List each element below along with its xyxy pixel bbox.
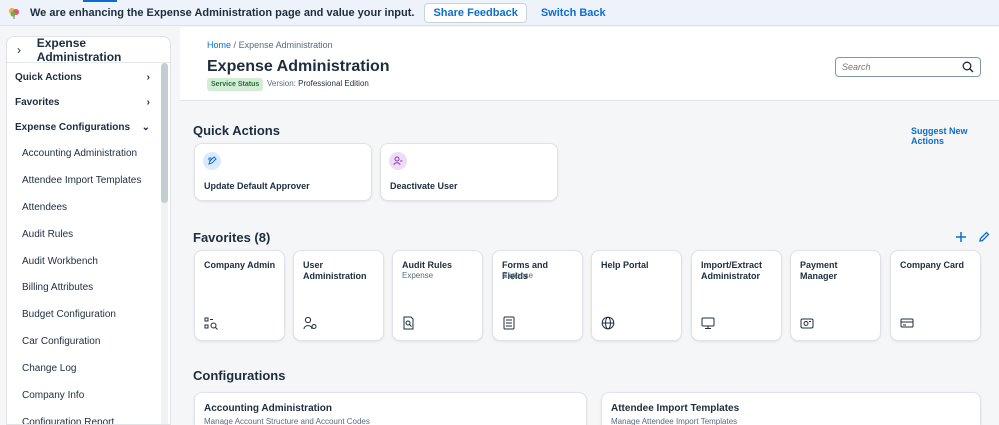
version-info: Version: Professional Edition xyxy=(267,79,369,88)
quick-action-label: Deactivate User xyxy=(390,181,458,191)
favorite-subtitle: Expense xyxy=(402,271,434,280)
status-badge[interactable]: Service Status xyxy=(207,78,264,91)
favorite-title: Help Portal xyxy=(601,260,649,270)
breadcrumb-separator: / xyxy=(233,40,237,50)
quick-action-label: Update Default Approver xyxy=(204,181,310,191)
payment-icon xyxy=(800,316,814,330)
favorite-card-company-card[interactable]: Company Card xyxy=(890,250,981,341)
favorite-card-payment-manager[interactable]: Payment Manager xyxy=(790,250,881,341)
switch-back-button[interactable]: Switch Back xyxy=(533,3,614,23)
breadcrumb: Home / Expense Administration xyxy=(207,40,333,50)
sidebar-scrollbar[interactable] xyxy=(161,63,168,424)
sidebar-item-billing-attributes[interactable]: Billing Attributes xyxy=(7,274,170,301)
config-title: Attendee Import Templates xyxy=(611,403,740,414)
configurations-title: Configurations xyxy=(193,368,286,383)
user-settings-icon xyxy=(303,316,317,330)
monitor-icon xyxy=(701,316,715,330)
form-icon xyxy=(502,316,516,330)
sidebar: › Expense Administration Quick Actions ›… xyxy=(6,36,171,425)
quick-actions-title: Quick Actions xyxy=(193,123,280,138)
favorite-title: Company Card xyxy=(900,260,965,270)
chevron-right-icon[interactable]: › xyxy=(17,43,29,57)
sidebar-item-company-info[interactable]: Company Info xyxy=(7,382,170,409)
favorite-card-import-extract-administrator[interactable]: Import/Extract Administrator xyxy=(691,250,782,341)
favorite-card-forms-and-fields[interactable]: Forms and Fields Expense xyxy=(492,250,583,341)
sidebar-item-attendee-import-templates[interactable]: Attendee Import Templates xyxy=(7,167,170,194)
user-remove-icon xyxy=(389,152,407,170)
favorite-title: Audit Rules xyxy=(402,260,453,270)
config-subtitle: Manage Account Structure and Account Cod… xyxy=(204,417,370,425)
sidebar-item-change-log[interactable]: Change Log xyxy=(7,355,170,382)
favorite-card-company-admin[interactable]: Company Admin xyxy=(194,250,285,341)
chevron-right-icon: › xyxy=(146,97,150,108)
globe-icon xyxy=(601,316,615,330)
version-value: Professional Edition xyxy=(298,79,369,88)
sidebar-section-label: Quick Actions xyxy=(15,72,82,83)
chevron-down-icon: ⌄ xyxy=(141,122,150,133)
favorite-title: User Administration xyxy=(303,260,367,281)
favorite-card-help-portal[interactable]: Help Portal xyxy=(591,250,682,341)
config-card-attendee-import-templates[interactable]: Attendee Import Templates Manage Attende… xyxy=(601,392,981,425)
config-card-accounting-administration[interactable]: Accounting Administration Manage Account… xyxy=(194,392,587,425)
approver-edit-icon xyxy=(203,152,221,170)
sidebar-header[interactable]: › Expense Administration xyxy=(7,36,170,64)
sidebar-section-label: Favorites xyxy=(15,97,60,108)
favorite-title: Import/Extract Administrator xyxy=(701,260,763,281)
sidebar-item-audit-rules[interactable]: Audit Rules xyxy=(7,221,170,248)
breadcrumb-current: Expense Administration xyxy=(238,40,333,50)
sidebar-item-attendees[interactable]: Attendees xyxy=(7,194,170,221)
edit-icon[interactable] xyxy=(978,231,990,243)
audit-document-icon xyxy=(402,316,416,330)
sidebar-section-quick-actions[interactable]: Quick Actions › xyxy=(7,65,170,90)
add-icon[interactable] xyxy=(955,231,967,243)
sidebar-item-configuration-report[interactable]: Configuration Report xyxy=(7,409,170,424)
chevron-right-icon: › xyxy=(146,72,150,83)
search-input[interactable] xyxy=(842,62,962,72)
favorite-card-user-administration[interactable]: User Administration xyxy=(293,250,384,341)
share-feedback-button[interactable]: Share Feedback xyxy=(424,2,527,23)
active-tab-indicator xyxy=(83,0,117,2)
sidebar-item-audit-workbench[interactable]: Audit Workbench xyxy=(7,248,170,275)
sidebar-title: Expense Administration xyxy=(36,36,122,64)
favorite-subtitle: Expense xyxy=(502,271,534,280)
sidebar-list: Quick Actions › Favorites › Expense Conf… xyxy=(7,65,170,424)
breadcrumb-home-link[interactable]: Home xyxy=(207,40,231,50)
sidebar-section-expense-configurations[interactable]: Expense Configurations ⌄ xyxy=(7,115,170,140)
balloon-icon xyxy=(8,7,20,19)
quick-action-card-deactivate-user[interactable]: Deactivate User xyxy=(380,143,558,201)
page-header: Home / Expense Administration Expense Ad… xyxy=(180,27,999,101)
card-icon xyxy=(900,316,914,330)
quick-action-card-update-default-approver[interactable]: Update Default Approver xyxy=(194,143,372,201)
company-admin-icon xyxy=(204,316,218,330)
search-icon[interactable] xyxy=(962,61,974,73)
favorite-title: Payment Manager xyxy=(800,260,838,281)
sidebar-section-favorites[interactable]: Favorites › xyxy=(7,90,170,115)
config-title: Accounting Administration xyxy=(204,403,332,414)
suggest-new-actions-link[interactable]: Suggest New Actions xyxy=(911,126,999,146)
page-title: Expense Administration xyxy=(207,58,390,75)
sidebar-item-car-configuration[interactable]: Car Configuration xyxy=(7,328,170,355)
favorite-title: Company Admin xyxy=(204,260,276,270)
favorites-title: Favorites (8) xyxy=(193,230,271,245)
scrollbar-thumb[interactable] xyxy=(161,63,168,203)
sidebar-section-label: Expense Configurations xyxy=(15,122,131,133)
favorite-card-audit-rules[interactable]: Audit Rules Expense xyxy=(392,250,483,341)
search-field[interactable] xyxy=(835,57,981,77)
config-subtitle: Manage Attendee Import Templates xyxy=(611,417,738,425)
version-label: Version: xyxy=(267,79,296,88)
sidebar-item-budget-configuration[interactable]: Budget Configuration xyxy=(7,301,170,328)
banner-message: We are enhancing the Expense Administrat… xyxy=(30,6,415,19)
feedback-banner: We are enhancing the Expense Administrat… xyxy=(0,0,999,26)
sidebar-item-accounting-administration[interactable]: Accounting Administration xyxy=(7,140,170,167)
